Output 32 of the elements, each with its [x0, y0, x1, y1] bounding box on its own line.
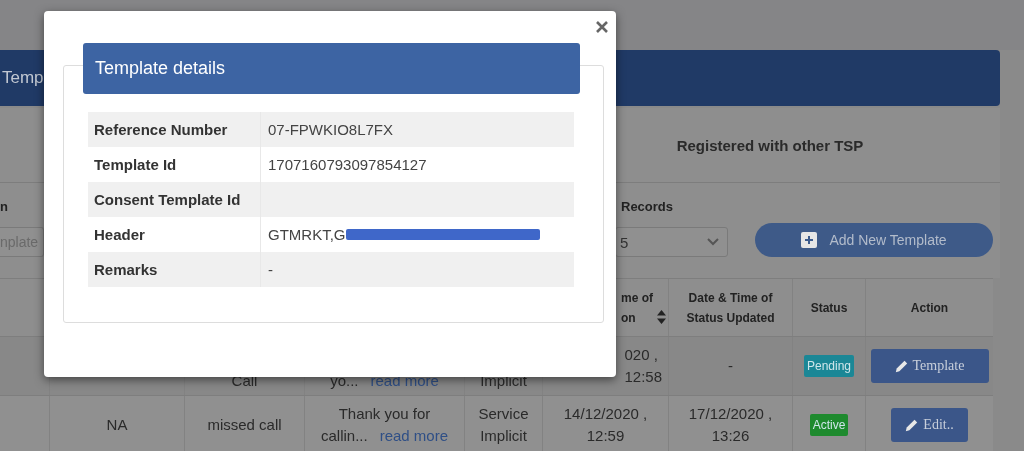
table-cell-text: missed call — [207, 415, 282, 435]
detail-value: 1707160793097854127 — [268, 156, 427, 173]
detail-value: 07-FPWKIO8L7FX — [268, 121, 394, 138]
pencil-icon — [894, 359, 908, 373]
close-icon — [596, 21, 608, 33]
detail-value: - — [268, 261, 273, 278]
status-badge: Active — [809, 414, 849, 436]
table-cell-text: 17/12/2020 , 13:26 — [688, 404, 773, 446]
chevron-down-icon — [707, 238, 719, 246]
field-label: n — [0, 199, 8, 214]
field-label: Records — [620, 199, 675, 214]
detail-label: Remarks — [88, 252, 261, 287]
table-cell-text: 020 , 12:58 — [624, 345, 662, 387]
table-cell-text: Service Implicit — [478, 404, 529, 446]
detail-value: GTMRKT,G — [268, 226, 346, 243]
table-cell-text: Implicit — [480, 371, 527, 391]
read-more-link[interactable]: read more — [379, 427, 449, 444]
column-header: Action — [909, 299, 950, 317]
close-button[interactable] — [594, 19, 610, 35]
plus-square-icon — [801, 232, 818, 248]
pencil-icon — [905, 418, 919, 432]
panel-title: Template details — [95, 58, 226, 79]
action-button[interactable]: Template — [870, 349, 989, 383]
table-cell-text: NA — [106, 415, 128, 435]
page-title: Temp — [1, 68, 44, 88]
records-dropdown[interactable]: 5 — [615, 227, 728, 257]
message-text: Thank you for callin... read more — [320, 404, 449, 446]
status-badge: Pending — [803, 355, 854, 377]
table-cell-text: 14/12/2020 , 12:59 — [563, 404, 648, 446]
action-button[interactable]: Edit.. — [891, 408, 968, 442]
table-cell-text: - — [728, 356, 733, 376]
add-template-button[interactable]: Add New Template — [755, 223, 993, 257]
